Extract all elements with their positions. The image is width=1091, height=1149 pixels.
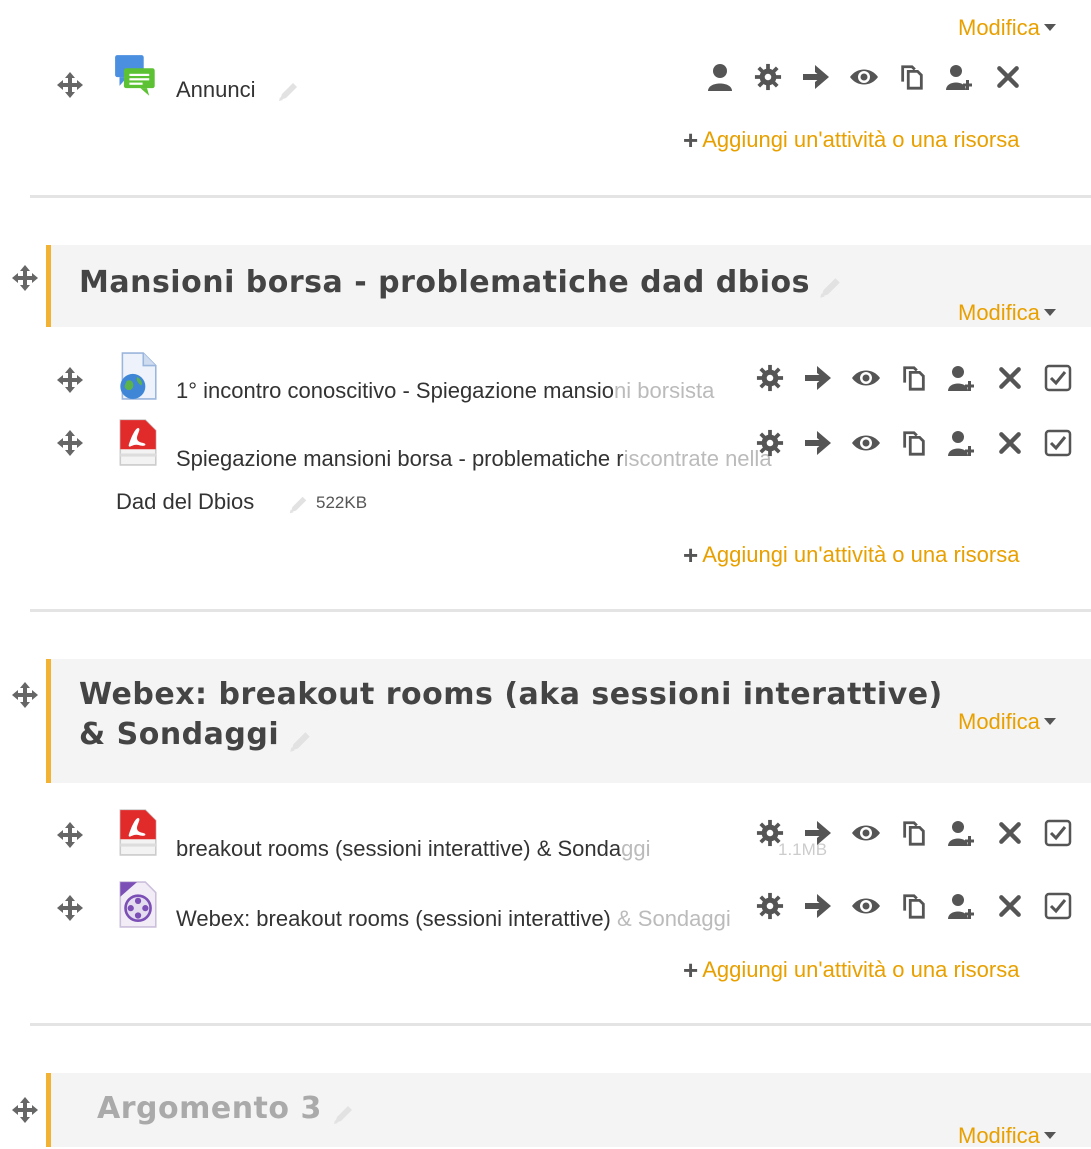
gear-icon[interactable] xyxy=(755,428,785,458)
edit-title-icon[interactable] xyxy=(287,494,309,516)
assign-roles-icon[interactable] xyxy=(947,891,977,921)
close-icon[interactable] xyxy=(995,818,1025,848)
assign-roles-icon[interactable] xyxy=(947,428,977,458)
duplicate-icon[interactable] xyxy=(899,818,929,848)
gear-icon[interactable] xyxy=(755,363,785,393)
move-section-icon[interactable] xyxy=(10,263,40,293)
activity-link-line2[interactable]: Dad del Dbios xyxy=(116,489,254,515)
move-icon[interactable] xyxy=(55,820,85,850)
completion-checkbox-icon[interactable] xyxy=(1043,891,1073,921)
edit-title-icon[interactable] xyxy=(817,275,843,301)
activity-link[interactable]: Webex: breakout rooms (sessioni interatt… xyxy=(176,906,731,932)
activity-link[interactable]: Spiegazione mansioni borsa - problematic… xyxy=(176,446,772,472)
edit-title-icon[interactable] xyxy=(287,729,313,755)
gear-icon[interactable] xyxy=(755,818,785,848)
assign-roles-icon[interactable] xyxy=(945,62,975,92)
modifica-menu[interactable]: Modifica xyxy=(958,300,1056,326)
section-divider xyxy=(30,609,1091,612)
section-divider xyxy=(30,1023,1091,1026)
close-icon[interactable] xyxy=(993,62,1023,92)
eye-icon[interactable] xyxy=(851,891,881,921)
move-section-icon[interactable] xyxy=(10,1095,40,1125)
eye-icon[interactable] xyxy=(851,818,881,848)
plus-icon: + xyxy=(683,125,699,155)
activity-link[interactable]: 1° incontro conoscitivo - Spiegazione ma… xyxy=(176,378,714,404)
pdf-icon xyxy=(116,418,158,471)
section-title: Argomento 3 xyxy=(97,1091,322,1126)
eye-icon[interactable] xyxy=(849,62,879,92)
move-icon[interactable] xyxy=(55,428,85,458)
edit-title-icon[interactable] xyxy=(276,80,300,104)
activity-link[interactable]: breakout rooms (sessioni interattive) & … xyxy=(176,836,650,862)
move-icon[interactable] xyxy=(55,70,85,100)
activity-actions xyxy=(755,891,1073,921)
caret-down-icon xyxy=(1043,718,1056,726)
section-title-line1: Webex: breakout rooms (aka sessioni inte… xyxy=(79,677,943,712)
caret-down-icon xyxy=(1043,1132,1056,1140)
add-activity-link[interactable]: + Aggiungi un'attività o una risorsa xyxy=(683,955,1019,986)
duplicate-icon[interactable] xyxy=(899,428,929,458)
file-size: 522KB xyxy=(316,493,368,512)
arrow-right-icon[interactable] xyxy=(803,428,833,458)
duplicate-icon[interactable] xyxy=(899,363,929,393)
section-divider xyxy=(30,195,1091,198)
url-icon xyxy=(116,352,158,405)
activity-actions xyxy=(755,818,1073,848)
modifica-menu-top[interactable]: Modifica xyxy=(958,15,1056,41)
close-icon[interactable] xyxy=(995,428,1025,458)
arrow-right-icon[interactable] xyxy=(803,818,833,848)
plus-icon: + xyxy=(683,540,699,570)
arrow-right-icon[interactable] xyxy=(803,363,833,393)
activity-actions xyxy=(755,428,1073,458)
section-header: Argomento 3 Modifica xyxy=(46,1073,1091,1149)
forum-icon xyxy=(114,54,158,103)
section-header: Webex: breakout rooms (aka sessioni inte… xyxy=(46,659,1091,783)
modifica-menu[interactable]: Modifica xyxy=(958,709,1056,735)
completion-checkbox-icon[interactable] xyxy=(1043,428,1073,458)
caret-down-icon xyxy=(1043,24,1056,32)
section-title: Mansioni borsa - problematiche dad dbios xyxy=(79,265,810,300)
duplicate-icon[interactable] xyxy=(899,891,929,921)
assign-roles-icon[interactable] xyxy=(947,363,977,393)
gear-icon[interactable] xyxy=(755,891,785,921)
eye-icon[interactable] xyxy=(851,428,881,458)
assign-roles-icon[interactable] xyxy=(947,818,977,848)
user-icon[interactable] xyxy=(705,62,735,92)
move-section-icon[interactable] xyxy=(10,680,40,710)
arrow-right-icon[interactable] xyxy=(801,62,831,92)
arrow-right-icon[interactable] xyxy=(803,891,833,921)
completion-checkbox-icon[interactable] xyxy=(1043,818,1073,848)
eye-icon[interactable] xyxy=(851,363,881,393)
move-icon[interactable] xyxy=(55,893,85,923)
activity-actions xyxy=(755,363,1073,393)
plus-icon: + xyxy=(683,955,699,985)
section-header: Mansioni borsa - problematiche dad dbios… xyxy=(46,245,1091,327)
close-icon[interactable] xyxy=(995,891,1025,921)
add-activity-link[interactable]: + Aggiungi un'attività o una risorsa xyxy=(683,125,1019,156)
pdf-icon xyxy=(116,808,158,861)
caret-down-icon xyxy=(1043,309,1056,317)
completion-checkbox-icon[interactable] xyxy=(1043,363,1073,393)
gear-icon[interactable] xyxy=(753,62,783,92)
add-activity-link[interactable]: + Aggiungi un'attività o una risorsa xyxy=(683,540,1019,571)
duplicate-icon[interactable] xyxy=(897,62,927,92)
move-icon[interactable] xyxy=(55,365,85,395)
modifica-menu[interactable]: Modifica xyxy=(958,1123,1056,1149)
edit-title-icon[interactable] xyxy=(331,1103,355,1127)
close-icon[interactable] xyxy=(995,363,1025,393)
activity-link-annunci[interactable]: Annunci xyxy=(176,77,256,103)
activity-actions xyxy=(705,62,1023,92)
media-icon xyxy=(116,880,158,933)
section-title-line2: & Sondaggi xyxy=(79,717,280,752)
